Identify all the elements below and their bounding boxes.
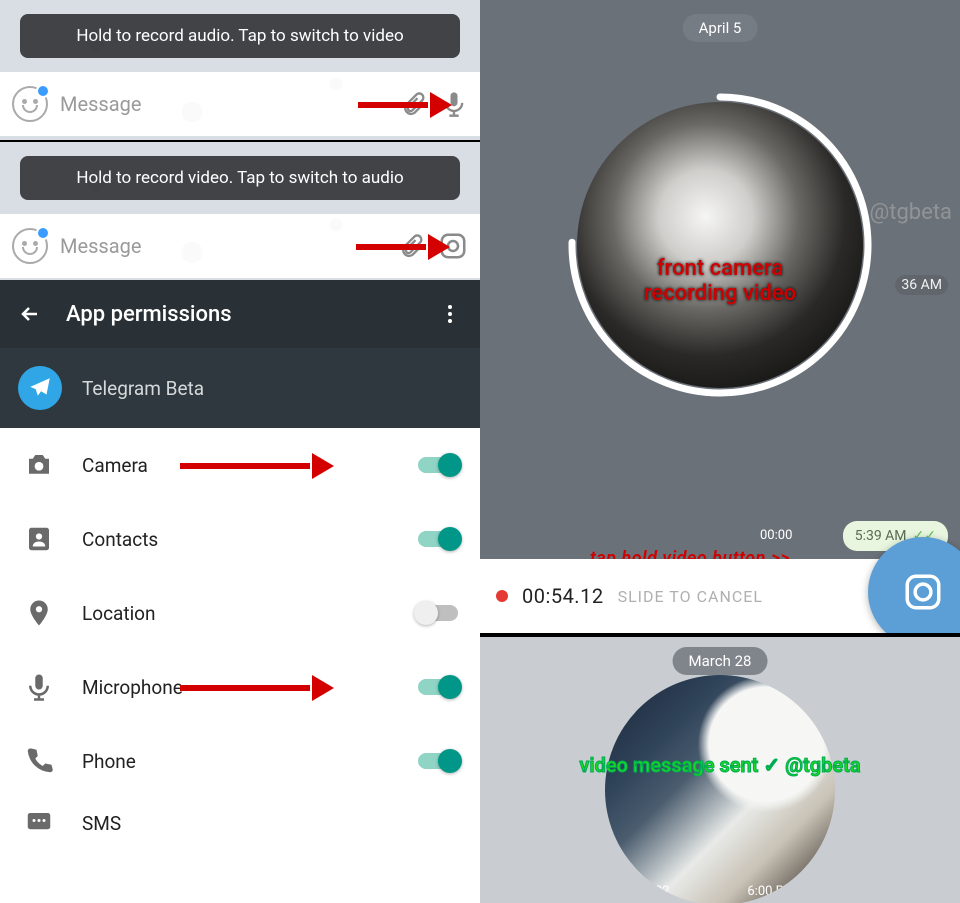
video-recording-panel: April 5 @tgbeta 36 AM front camera recor… <box>480 0 960 633</box>
permission-row-microphone: Microphone <box>0 650 480 724</box>
chat-input-panel-video: Hold to record video. Tap to switch to a… <box>0 140 480 280</box>
phone-icon <box>22 746 56 776</box>
app-permissions-screen: App permissions Telegram Beta Camera Co <box>0 280 480 903</box>
red-arrow-icon <box>356 240 446 252</box>
record-tooltip-audio: Hold to record audio. Tap to switch to v… <box>20 14 460 58</box>
telegram-icon <box>18 366 62 410</box>
bubble-duration: 00:00 <box>760 528 792 543</box>
permission-row-sms: SMS <box>0 798 480 848</box>
red-arrow-icon <box>180 681 330 693</box>
date-badge: April 5 <box>683 14 758 42</box>
permission-label: Location <box>82 602 392 625</box>
video-message-thumbnail[interactable]: 00:02 6:00 PM ✓✓ <box>605 675 835 903</box>
record-tooltip-video: Hold to record video. Tap to switch to a… <box>20 156 460 200</box>
watermark: @tgbeta <box>870 200 953 225</box>
contacts-icon <box>22 524 56 554</box>
emoji-icon[interactable] <box>12 86 48 122</box>
back-icon[interactable] <box>18 302 42 326</box>
permission-row-camera: Camera <box>0 428 480 502</box>
permission-row-phone: Phone <box>0 724 480 798</box>
permissions-header: App permissions <box>0 280 480 348</box>
annotation-sent: video message sent ✓ @tgbeta <box>579 753 860 777</box>
permission-label: Contacts <box>82 528 392 551</box>
permission-label: SMS <box>82 812 458 835</box>
record-dot-icon <box>496 590 508 602</box>
camera-preview <box>577 102 863 388</box>
check-icon: ✓✓ <box>799 884 821 899</box>
red-arrow-icon <box>358 98 448 110</box>
message-input[interactable]: Message <box>60 92 346 116</box>
toggle-camera[interactable] <box>418 457 458 473</box>
video-duration: 00:02 <box>623 884 669 899</box>
message-input-bar: Message <box>0 214 480 278</box>
annotation-recording: front camera recording video <box>644 256 796 306</box>
microphone-icon <box>22 672 56 702</box>
camera-icon <box>22 450 56 480</box>
app-name: Telegram Beta <box>82 377 204 400</box>
message-input[interactable]: Message <box>60 234 344 258</box>
page-title: App permissions <box>66 302 414 327</box>
permission-label: Phone <box>82 750 392 773</box>
slide-to-cancel[interactable]: SLIDE TO CANCEL <box>618 587 763 606</box>
app-identity-row: Telegram Beta <box>0 348 480 428</box>
red-arrow-icon <box>180 459 330 471</box>
message-input-bar: Message <box>0 72 480 136</box>
permission-row-contacts: Contacts <box>0 502 480 576</box>
date-badge: March 28 <box>673 647 768 675</box>
video-preview-circle <box>565 90 875 400</box>
toggle-microphone[interactable] <box>418 679 458 695</box>
emoji-icon[interactable] <box>12 228 48 264</box>
toggle-contacts[interactable] <box>418 531 458 547</box>
sms-icon <box>22 808 56 838</box>
chat-input-panel-audio: Hold to record audio. Tap to switch to v… <box>0 0 480 140</box>
toggle-location[interactable] <box>418 605 458 621</box>
more-icon[interactable] <box>438 302 462 326</box>
location-icon <box>22 598 56 628</box>
video-sent-time: 6:00 PM ✓✓ <box>747 884 821 899</box>
peek-time: 36 AM <box>895 275 948 295</box>
video-sent-panel: March 28 00:02 6:00 PM ✓✓ video message … <box>480 633 960 903</box>
recording-timer: 00:54.12 <box>522 584 604 608</box>
permission-row-location: Location <box>0 576 480 650</box>
toggle-phone[interactable] <box>418 753 458 769</box>
